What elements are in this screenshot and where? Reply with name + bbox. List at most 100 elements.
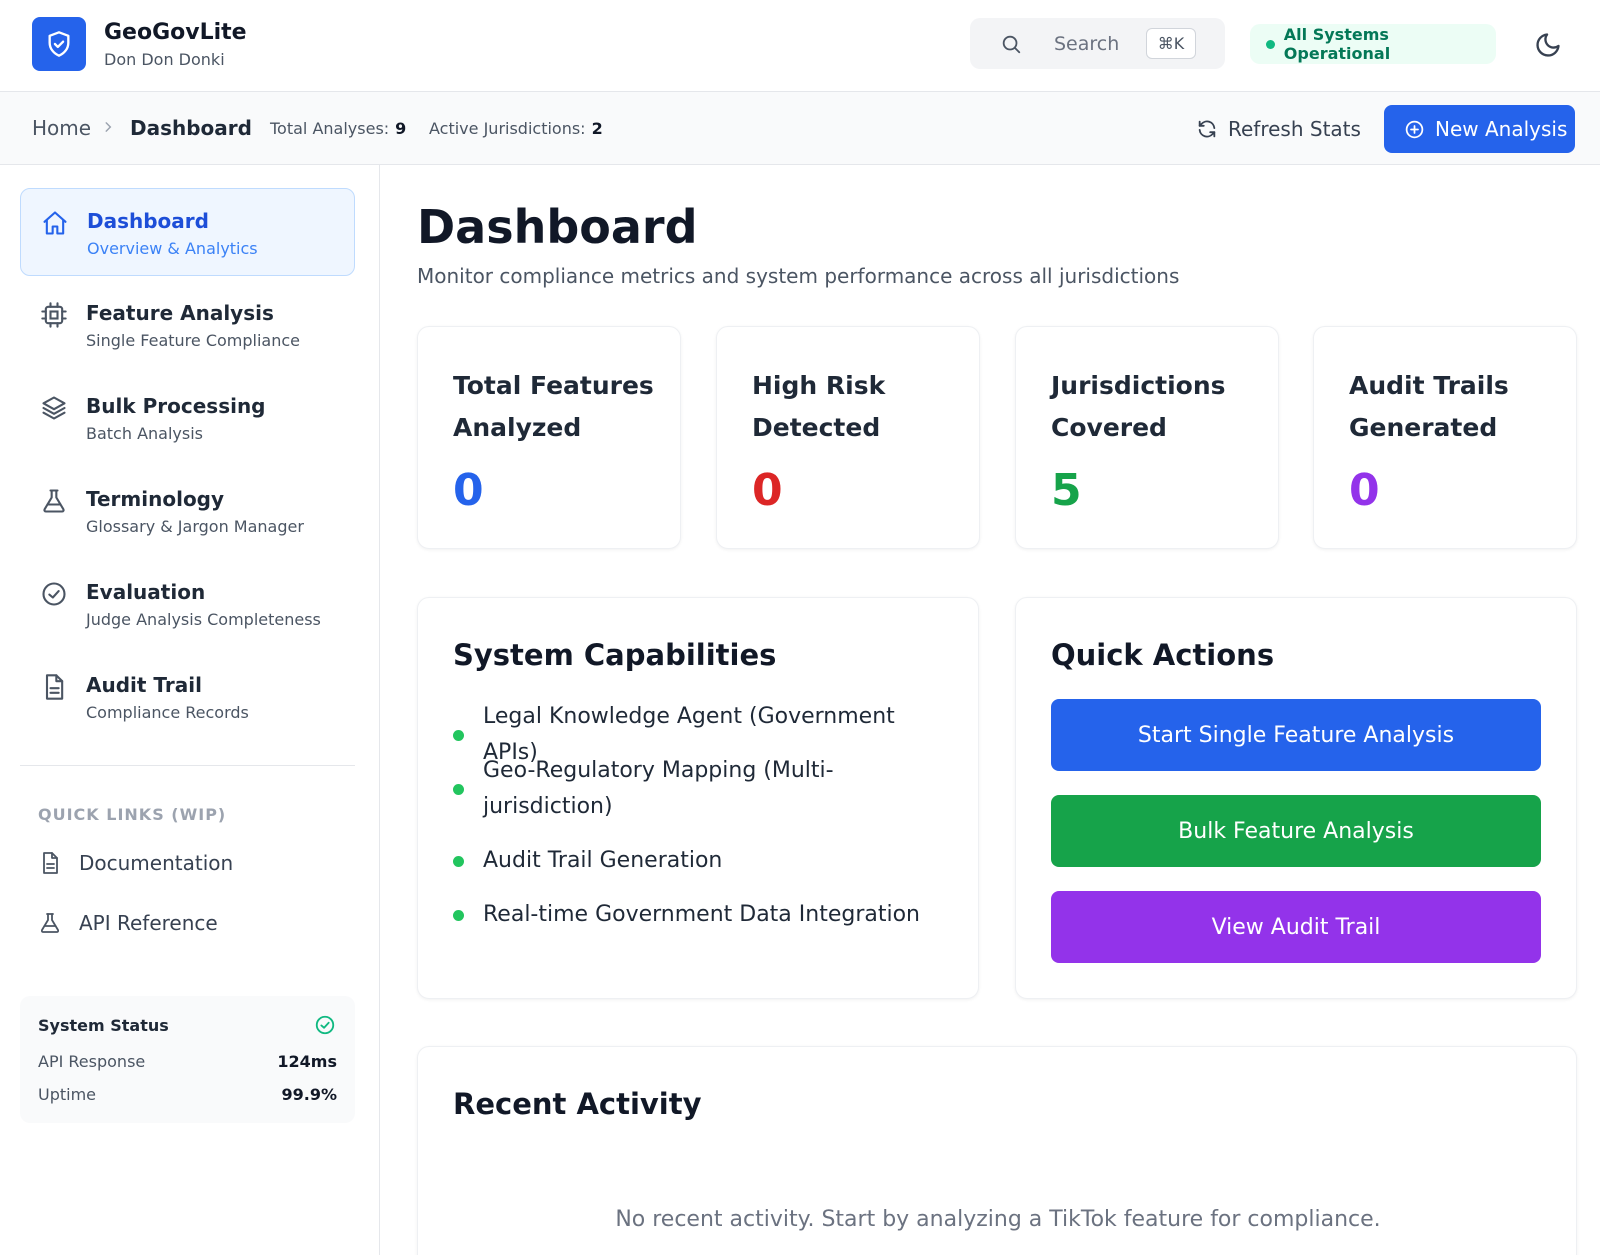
- search-icon: [1002, 35, 1021, 54]
- search-shortcut-badge: ⌘K: [1146, 28, 1196, 59]
- sidebar-item-label: Bulk Processing: [86, 394, 266, 418]
- capability-text: Geo-Regulatory Mapping (Multi-jurisdicti…: [483, 758, 834, 819]
- app-subtitle: Don Don Donki: [104, 50, 225, 69]
- bullet-dot-icon: [453, 729, 464, 741]
- system-status-badge: All Systems Operational: [1250, 24, 1496, 64]
- status-dot-icon: [1266, 39, 1275, 49]
- capability-text: Audit Trail Generation: [483, 848, 723, 873]
- capability-item: Real-time Government Data Integration: [453, 897, 943, 933]
- flask-icon: [40, 913, 60, 933]
- stat-card-jurisdictions: Jurisdictions Covered 5: [1015, 326, 1279, 549]
- active-jurisdictions-value: 2: [591, 119, 603, 138]
- search-placeholder: Search: [1054, 33, 1120, 55]
- theme-toggle-button[interactable]: [1531, 28, 1565, 62]
- chevron-right-icon: [105, 122, 112, 132]
- refresh-icon: [1198, 120, 1216, 138]
- layers-icon: [42, 396, 66, 420]
- capability-item: Audit Trail Generation: [453, 843, 943, 879]
- sidebar-item-bulk-processing[interactable]: Bulk Processing Batch Analysis: [20, 374, 355, 462]
- sidebar-item-label: Terminology: [86, 487, 225, 511]
- stat-card-total-features: Total Features Analyzed 0: [417, 326, 681, 549]
- total-analyses-stat: Total Analyses: 9: [270, 119, 406, 138]
- sidebar: Dashboard Overview & Analytics Feature A…: [0, 165, 380, 1255]
- sidebar-divider: [20, 765, 355, 766]
- sidebar-item-sub: Judge Analysis Completeness: [86, 610, 321, 629]
- total-analyses-value: 9: [395, 119, 407, 138]
- sidebar-item-sub: Single Feature Compliance: [86, 331, 300, 350]
- stat-value: 0: [453, 465, 484, 516]
- refresh-stats-button[interactable]: Refresh Stats: [1196, 114, 1361, 144]
- quick-link-documentation[interactable]: Documentation: [38, 848, 233, 878]
- quick-actions-card: Quick Actions Start Single Feature Analy…: [1015, 597, 1577, 999]
- moon-icon: [1536, 33, 1560, 57]
- stat-label: High Risk Detected: [752, 371, 886, 442]
- toolbar: Home Dashboard Total Analyses: 9 Active J…: [0, 92, 1600, 165]
- sidebar-item-feature-analysis[interactable]: Feature Analysis Single Feature Complian…: [20, 281, 355, 369]
- home-icon: [43, 211, 67, 235]
- status-text: All Systems Operational: [1283, 25, 1391, 63]
- total-analyses-label: Total Analyses:: [270, 119, 390, 138]
- sidebar-item-label: Audit Trail: [86, 673, 202, 697]
- recent-activity-card: Recent Activity No recent activity. Star…: [417, 1046, 1577, 1255]
- sidebar-item-sub: Overview & Analytics: [87, 239, 258, 258]
- sidebar-item-sub: Compliance Records: [86, 703, 249, 722]
- sidebar-item-sub: Batch Analysis: [86, 424, 203, 443]
- sidebar-item-evaluation[interactable]: Evaluation Judge Analysis Completeness: [20, 560, 355, 648]
- view-audit-trail-button[interactable]: View Audit Trail: [1051, 891, 1541, 963]
- stat-value: 0: [752, 465, 783, 516]
- api-response-label: API Response: [38, 1052, 146, 1071]
- capability-item: Geo-Regulatory Mapping (Multi-jurisdicti…: [453, 753, 943, 825]
- bullet-dot-icon: [453, 855, 464, 867]
- breadcrumb-home[interactable]: Home: [32, 116, 91, 140]
- shield-check-icon: [48, 31, 70, 57]
- system-capabilities-card: System Capabilities Legal Knowledge Agen…: [417, 597, 979, 999]
- start-single-analysis-button[interactable]: Start Single Feature Analysis: [1051, 699, 1541, 771]
- section-title: System Capabilities: [453, 638, 777, 672]
- sidebar-item-dashboard[interactable]: Dashboard Overview & Analytics: [20, 188, 355, 276]
- sidebar-item-terminology[interactable]: Terminology Glossary & Jargon Manager: [20, 467, 355, 555]
- refresh-label: Refresh Stats: [1228, 117, 1361, 141]
- sidebar-item-label: Feature Analysis: [86, 301, 274, 325]
- breadcrumb-current: Dashboard: [130, 116, 252, 140]
- document-icon: [45, 674, 64, 700]
- stat-label: Total Features Analyzed: [453, 371, 654, 442]
- empty-state-text: No recent activity. Start by analyzing a…: [615, 1207, 1381, 1232]
- flask-icon: [43, 489, 65, 513]
- page-title: Dashboard: [417, 200, 698, 254]
- app-logo[interactable]: [32, 17, 86, 71]
- active-jurisdictions-label: Active Jurisdictions:: [429, 119, 586, 138]
- system-status-panel: System Status API Response 124ms Uptime …: [20, 996, 355, 1123]
- page-subtitle: Monitor compliance metrics and system pe…: [417, 264, 1180, 288]
- stat-value: 0: [1349, 465, 1380, 516]
- stat-card-high-risk: High Risk Detected 0: [716, 326, 980, 549]
- sidebar-item-label: Evaluation: [86, 580, 206, 604]
- api-response-value: 124ms: [277, 1052, 337, 1071]
- section-title: Recent Activity: [453, 1087, 702, 1121]
- document-icon: [43, 852, 58, 874]
- sidebar-item-audit-trail[interactable]: Audit Trail Compliance Records: [20, 653, 355, 741]
- app-title: GeoGovLite: [104, 20, 247, 45]
- uptime-value: 99.9%: [281, 1085, 337, 1104]
- uptime-label: Uptime: [38, 1085, 97, 1104]
- search-box[interactable]: Search ⌘K: [970, 18, 1225, 69]
- sidebar-item-label: Dashboard: [87, 209, 209, 233]
- bulk-feature-analysis-button[interactable]: Bulk Feature Analysis: [1051, 795, 1541, 867]
- cpu-icon: [41, 302, 67, 328]
- quick-links-heading: QUICK LINKS (WIP): [38, 805, 227, 824]
- plus-circle-icon: [1405, 120, 1424, 138]
- stat-value: 5: [1051, 465, 1082, 516]
- bullet-dot-icon: [453, 909, 464, 921]
- stat-label: Jurisdictions Covered: [1051, 371, 1226, 442]
- quick-link-label: Documentation: [79, 851, 234, 875]
- stat-label: Audit Trails Generated: [1349, 371, 1509, 442]
- quick-link-label: API Reference: [79, 911, 218, 935]
- new-analysis-button[interactable]: New Analysis: [1384, 105, 1575, 153]
- quick-link-api-reference[interactable]: API Reference: [38, 908, 218, 938]
- sidebar-item-sub: Glossary & Jargon Manager: [86, 517, 304, 536]
- new-analysis-label: New Analysis: [1435, 117, 1568, 141]
- system-status-title: System Status: [38, 1016, 169, 1035]
- check-circle-icon: [315, 1015, 335, 1035]
- bullet-dot-icon: [453, 783, 464, 795]
- active-jurisdictions-stat: Active Jurisdictions: 2: [429, 119, 603, 138]
- stat-card-audit-trails: Audit Trails Generated 0: [1313, 326, 1577, 549]
